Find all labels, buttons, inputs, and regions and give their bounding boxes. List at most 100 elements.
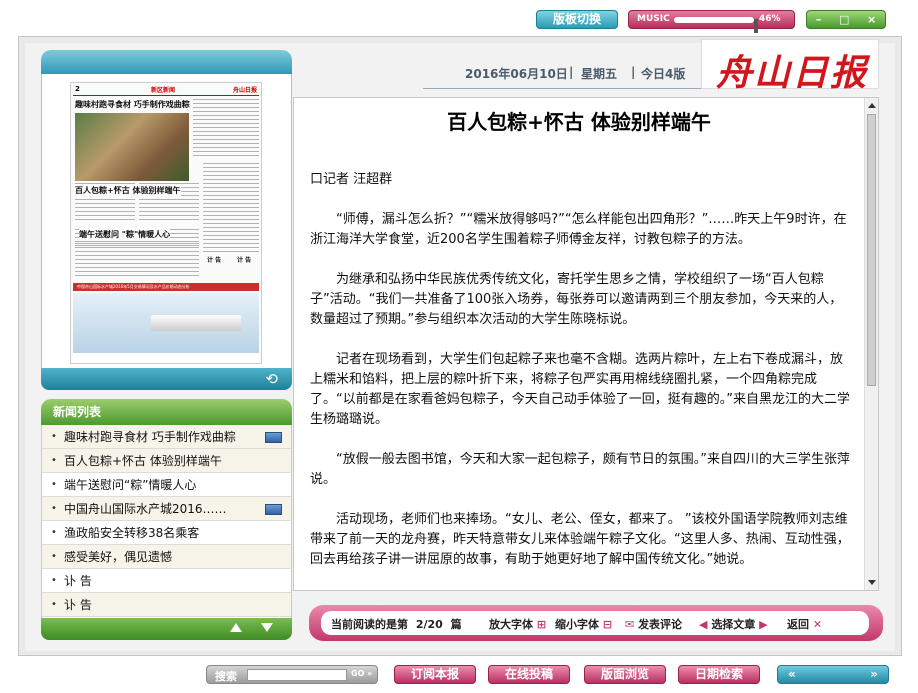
thumb-section-name: 新区新闻: [151, 87, 176, 94]
reading-toolbar-inner: 当前阅读的是第 2/20 篇 放大字体 ⊞ 缩小字体 ⊟ ✉ 发表评论 ◀ 选择…: [321, 611, 869, 635]
scroll-up-icon[interactable]: [230, 623, 242, 632]
search-input[interactable]: [247, 669, 347, 681]
shrink-font-button[interactable]: 缩小字体 ⊟: [555, 616, 612, 632]
masthead-logo: 舟山日报: [701, 39, 879, 94]
envelope-icon: ✉: [625, 618, 635, 631]
search-label: 搜索: [215, 670, 237, 683]
thumb-text-block: [75, 243, 199, 279]
search-go-button[interactable]: GO »: [351, 669, 372, 678]
issue-edition: 今日4版: [641, 67, 686, 81]
shrink-font-label: 缩小字体: [555, 618, 599, 631]
minimize-icon[interactable]: –: [816, 13, 822, 26]
music-volume-slider[interactable]: [674, 17, 758, 33]
news-list-item[interactable]: • 讣 告: [42, 593, 291, 617]
news-list-item[interactable]: • 讣 告: [42, 569, 291, 593]
page-browse-button[interactable]: 版面浏览: [584, 665, 666, 684]
date-separator: |: [631, 65, 636, 79]
news-list-item[interactable]: • 感受美好，偶见遗憾: [42, 545, 291, 569]
back-button[interactable]: 返回 ✕: [787, 616, 822, 632]
article-paragraph: “师傅，漏斗怎么折？”“糯米放得够吗?”“怎么样能包出四角形？”……昨天上午9时…: [310, 212, 847, 247]
layout-switch-button[interactable]: 版板切换: [536, 10, 618, 29]
news-item-label: 讣 告: [64, 574, 92, 588]
refresh-icon[interactable]: ⟲: [265, 370, 278, 388]
news-item-label: 感受美好，偶见遗憾: [64, 550, 173, 564]
prev-page-icon[interactable]: «: [788, 667, 796, 681]
news-item-label: 端午送慰问“粽”情暖人心: [64, 478, 197, 492]
page-thumbnail-panel: 2 新区新闻 舟山日报 趣味村跑寻食材 巧手制作戏曲粽 百人包粽+怀古 体验别样…: [41, 50, 292, 390]
news-list-panel: 新闻列表 • 趣味村跑寻食材 巧手制作戏曲粽 • 百人包粽+怀古 体验别样端午 …: [41, 399, 292, 640]
scroll-down-icon[interactable]: [261, 623, 273, 632]
subscribe-button[interactable]: 订阅本报: [394, 665, 476, 684]
reading-prefix: 当前阅读的是第: [331, 618, 408, 631]
news-list: • 趣味村跑寻食材 巧手制作戏曲粽 • 百人包粽+怀古 体验别样端午 • 端午送…: [41, 425, 292, 618]
newspaper-page-thumbnail[interactable]: 2 新区新闻 舟山日报 趣味村跑寻食材 巧手制作戏曲粽 百人包粽+怀古 体验别样…: [70, 82, 262, 364]
article-body: 口记者 汪超群 “师傅，漏斗怎么折？”“糯米放得够吗?”“怎么样能包出四角形？”…: [310, 170, 850, 590]
issue-date: 2016年06月10日: [465, 67, 568, 81]
volume-knob[interactable]: [754, 19, 758, 33]
article-paragraph: 记者在现场看到，大学生们包起粽子来也毫不含糊。选两片粽叶，左上右下卷成漏斗，放上…: [310, 352, 850, 427]
thumb-headline-2[interactable]: 百人包粽+怀古 体验别样端午: [75, 185, 181, 196]
next-page-icon[interactable]: »: [870, 667, 878, 681]
left-arrow-icon: ◀: [699, 618, 708, 631]
news-list-item[interactable]: • 渔政船安全转移38名乘客: [42, 521, 291, 545]
news-item-label: 百人包粽+怀古 体验别样端午: [64, 454, 222, 468]
close-icon[interactable]: ×: [867, 13, 876, 26]
main-frame: 2 新区新闻 舟山日报 趣味村跑寻食材 巧手制作戏曲粽 百人包粽+怀古 体验别样…: [18, 36, 902, 656]
reading-toolbar: 当前阅读的是第 2/20 篇 放大字体 ⊞ 缩小字体 ⊟ ✉ 发表评论 ◀ 选择…: [309, 605, 883, 641]
article-scrollbar[interactable]: [864, 98, 878, 590]
date-search-button[interactable]: 日期检索: [678, 665, 760, 684]
thumb-rule: [73, 95, 259, 96]
comment-label: 发表评论: [638, 618, 683, 631]
bullet-icon: •: [51, 575, 57, 586]
music-volume-value: 46%: [759, 14, 781, 24]
news-list-item[interactable]: • 中国舟山国际水产城2016……: [42, 497, 291, 521]
bullet-icon: •: [51, 455, 57, 466]
bullet-icon: •: [51, 503, 57, 514]
thumb-page-number: 2: [75, 85, 80, 93]
article-paragraph: “放假一般去图书馆，今天和大家一起包粽子，颇有节日的氛围。”来自四川的大三学生张…: [310, 452, 850, 487]
article-paragraph: 为继承和弘扬中华民族优秀传统文化，寄托学生思乡之情，学校组织了一场“百人包粽子”…: [310, 272, 843, 327]
reading-page: 2/20: [415, 618, 443, 631]
bottom-toolbar: 搜索 GO » 订阅本报 在线投稿 版面浏览 日期检索 « »: [0, 665, 918, 685]
close-icon: ✕: [812, 618, 823, 631]
news-list-item[interactable]: • 百人包粽+怀古 体验别样端午: [42, 449, 291, 473]
maximize-icon[interactable]: □: [839, 13, 849, 26]
comment-button[interactable]: ✉ 发表评论: [625, 616, 682, 632]
thumb-banner[interactable]: 中国舟山国际水产城2016年5月交易情况及水产品价格动态分析: [73, 283, 259, 291]
thumbnail-header: [41, 50, 292, 74]
news-list-item[interactable]: • 端午送慰问“粽”情暖人心: [42, 473, 291, 497]
choose-article-button[interactable]: ◀ 选择文章 ▶: [699, 616, 768, 632]
back-label: 返回: [787, 618, 809, 631]
thumb-text-block: [203, 163, 259, 253]
music-label: MUSIC: [637, 14, 670, 24]
scroll-up-icon[interactable]: [868, 103, 876, 108]
reading-suffix: 篇: [450, 618, 462, 631]
image-icon: [265, 504, 282, 515]
thumb-headline-3[interactable]: 端午送慰问 "粽"情暖人心: [79, 229, 171, 240]
news-item-label: 中国舟山国际水产城2016……: [64, 502, 227, 516]
article-panel: 百人包粽+怀古 体验别样端午 口记者 汪超群 “师傅，漏斗怎么折？”“糯米放得够…: [293, 97, 879, 591]
thumb-headline-4[interactable]: 计 告: [207, 255, 221, 264]
date-bar: 2016年06月10日 | 星期五 | 今日4版: [423, 53, 713, 89]
submit-article-button[interactable]: 在线投稿: [488, 665, 570, 684]
issue-weekday: 星期五: [581, 67, 618, 81]
page-nav: « »: [777, 665, 889, 684]
news-list-item[interactable]: • 趣味村跑寻食材 巧手制作戏曲粽: [42, 425, 291, 449]
thumb-headline-5[interactable]: 计 告: [237, 255, 251, 264]
search-box: 搜索 GO »: [206, 665, 378, 684]
news-list-footer: [41, 618, 292, 640]
news-item-label: 渔政船安全转移38名乘客: [64, 526, 200, 540]
bullet-icon: •: [51, 527, 57, 538]
window-controls: – □ ×: [806, 10, 886, 29]
thumb-headline-1[interactable]: 趣味村跑寻食材 巧手制作戏曲粽: [75, 99, 190, 110]
reading-progress: 当前阅读的是第 2/20 篇: [331, 616, 462, 632]
enlarge-font-button[interactable]: 放大字体 ⊞: [489, 616, 546, 632]
right-arrow-icon: ▶: [759, 618, 768, 631]
thumb-photo: [75, 113, 189, 181]
bullet-icon: •: [51, 599, 57, 610]
minus-box-icon: ⊟: [602, 618, 613, 631]
date-separator: |: [569, 65, 574, 79]
scroll-thumb[interactable]: [867, 114, 876, 386]
top-bar: 版板切换 MUSIC 46% – □ ×: [0, 8, 918, 33]
scroll-down-icon[interactable]: [868, 580, 876, 585]
